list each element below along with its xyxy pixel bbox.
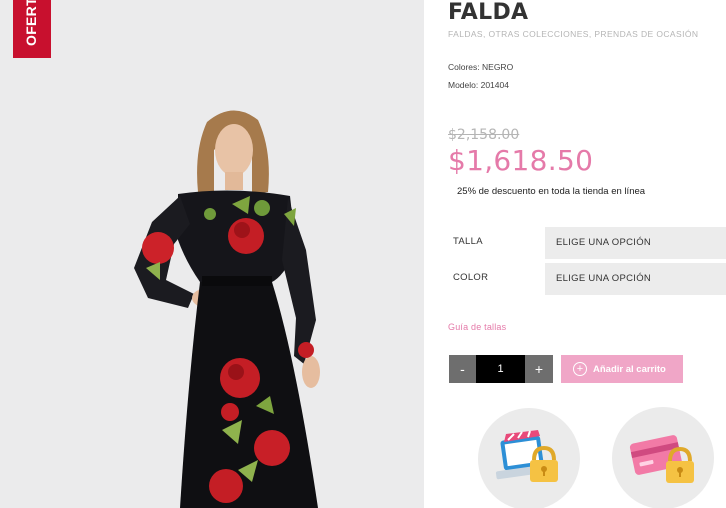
product-title: FALDA xyxy=(448,0,529,25)
quantity-increase-button[interactable]: + xyxy=(525,355,553,383)
product-image[interactable]: OFERTA xyxy=(0,0,424,508)
product-categories[interactable]: FALDAS, OTRAS COLECCIONES, PRENDAS DE OC… xyxy=(448,29,698,39)
size-select[interactable]: ELIGE UNA OPCIÓN xyxy=(545,227,726,259)
online-shop-lock-icon xyxy=(478,408,580,508)
color-select[interactable]: ELIGE UNA OPCIÓN xyxy=(545,263,726,295)
size-label: TALLA xyxy=(453,236,483,247)
model-dress-illustration xyxy=(0,0,424,508)
add-to-cart-button[interactable]: + Añadir al carrito xyxy=(561,355,683,383)
color-label: COLOR xyxy=(453,272,489,283)
size-option-row: TALLA ELIGE UNA OPCIÓN xyxy=(448,227,726,259)
color-option-row: COLOR ELIGE UNA OPCIÓN xyxy=(448,263,726,295)
size-guide-link[interactable]: Guía de tallas xyxy=(448,322,506,332)
discount-note: 25% de descuento en toda la tienda en lí… xyxy=(457,186,646,197)
plus-circle-icon: + xyxy=(573,362,587,376)
add-to-cart-label: Añadir al carrito xyxy=(593,363,666,375)
sale-ribbon-label: OFERTA xyxy=(23,0,39,46)
quantity-decrease-button[interactable]: - xyxy=(449,355,476,383)
product-info: FALDA FALDAS, OTRAS COLECCIONES, PRENDAS… xyxy=(448,0,726,508)
product-model: Modelo: 201404 xyxy=(448,80,509,90)
sale-price: $1,618.50 xyxy=(448,144,594,177)
sale-ribbon: OFERTA xyxy=(13,0,51,58)
secure-card-lock-icon xyxy=(612,407,714,508)
product-colors: Colores: NEGRO xyxy=(448,62,514,72)
quantity-input[interactable]: 1 xyxy=(476,355,525,383)
original-price: $2,158.00 xyxy=(448,127,520,143)
